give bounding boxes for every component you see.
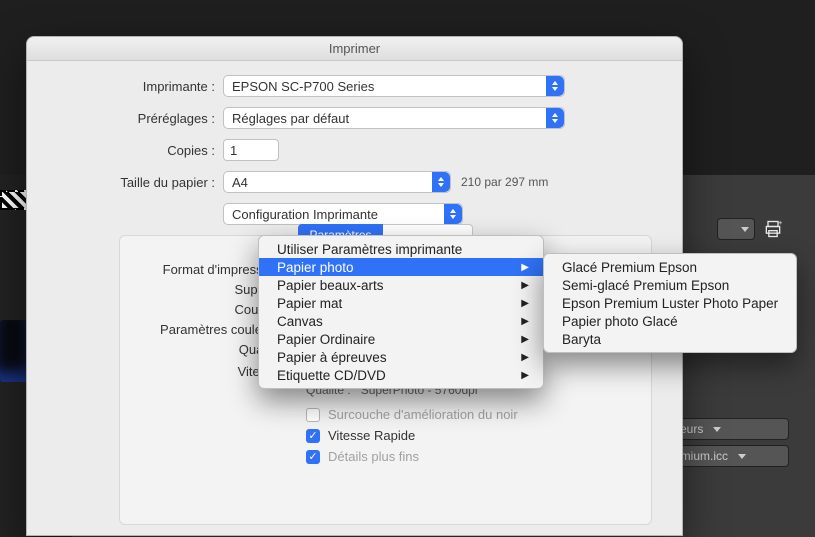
black-overlay-checkbox[interactable]	[306, 408, 320, 422]
svg-text:+: +	[778, 219, 783, 227]
fast-speed-checkbox[interactable]: ✓	[306, 429, 320, 443]
chevron-right-icon: ▶	[521, 298, 529, 309]
paper-size-select[interactable]: A4	[223, 171, 451, 193]
submenu-item[interactable]: Papier photo Glacé	[544, 312, 796, 330]
updown-icon	[546, 108, 564, 128]
submenu-item-label: Epson Premium Luster Photo Paper	[562, 296, 778, 311]
presets-value: Réglages par défaut	[232, 111, 349, 126]
submenu-item-label: Glacé Premium Epson	[562, 260, 697, 275]
printer-select[interactable]: EPSON SC-P700 Series	[223, 75, 565, 97]
menu-item-label: Canvas	[277, 314, 323, 329]
panel-field-colors[interactable]: eurs	[673, 418, 789, 440]
menu-item[interactable]: Utiliser Paramètres imprimante	[259, 240, 543, 258]
panel-field-colors-text: eurs	[680, 422, 703, 436]
copies-label: Copies :	[47, 143, 223, 158]
section-select[interactable]: Configuration Imprimante	[223, 203, 463, 225]
submenu-item[interactable]: Glacé Premium Epson	[544, 258, 796, 276]
photo-paper-submenu[interactable]: Glacé Premium Epson Semi-glacé Premium Ep…	[543, 253, 797, 353]
copies-input[interactable]: 1	[223, 139, 279, 161]
menu-item[interactable]: Papier beaux-arts ▶	[259, 276, 543, 294]
menu-item-label: Papier Ordinaire	[277, 332, 375, 347]
submenu-item-label: Semi-glacé Premium Epson	[562, 278, 729, 293]
finer-details-checkbox[interactable]: ✓	[306, 450, 320, 464]
updown-icon	[444, 204, 462, 224]
chevron-right-icon: ▶	[521, 280, 529, 291]
menu-item-label: Utiliser Paramètres imprimante	[277, 242, 462, 257]
menu-item-label: Papier beaux-arts	[277, 278, 384, 293]
fast-speed-label: Vitesse Rapide	[328, 428, 415, 443]
window-title: Imprimer	[27, 37, 682, 61]
menu-item[interactable]: Papier Ordinaire ▶	[259, 330, 543, 348]
menu-item[interactable]: Canvas ▶	[259, 312, 543, 330]
section-value: Configuration Imprimante	[232, 207, 378, 222]
copies-value: 1	[230, 143, 237, 158]
menu-item[interactable]: Papier mat ▶	[259, 294, 543, 312]
menu-item-label: Papier à épreuves	[277, 350, 387, 365]
submenu-item[interactable]: Epson Premium Luster Photo Paper	[544, 294, 796, 312]
paper-size-label: Taille du papier :	[47, 175, 223, 190]
finer-details-label: Détails plus fins	[328, 449, 419, 464]
presets-select[interactable]: Réglages par défaut	[223, 107, 565, 129]
updown-icon	[432, 172, 450, 192]
menu-item[interactable]: Etiquette CD/DVD ▶	[259, 366, 543, 384]
submenu-item-label: Papier photo Glacé	[562, 314, 678, 329]
print-icon[interactable]: +	[761, 218, 785, 240]
chevron-right-icon: ▶	[521, 334, 529, 345]
paper-size-value: A4	[232, 175, 248, 190]
chevron-right-icon: ▶	[521, 370, 529, 381]
paper-dimensions: 210 par 297 mm	[461, 175, 548, 189]
menu-item-label: Papier photo	[277, 260, 354, 275]
printer-value: EPSON SC-P700 Series	[232, 79, 374, 94]
menu-item-label: Etiquette CD/DVD	[277, 368, 386, 383]
black-overlay-label: Surcouche d'amélioration du noir	[328, 407, 518, 422]
chevron-right-icon: ▶	[521, 262, 529, 273]
menu-item-label: Papier mat	[277, 296, 342, 311]
submenu-item[interactable]: Baryta	[544, 330, 796, 348]
panel-dropdown[interactable]	[717, 218, 755, 240]
presets-label: Préréglages :	[47, 111, 223, 126]
printer-label: Imprimante :	[47, 79, 223, 94]
menu-item[interactable]: Papier photo ▶	[259, 258, 543, 276]
media-type-menu[interactable]: Utiliser Paramètres imprimantePapier pho…	[258, 235, 544, 389]
submenu-item[interactable]: Semi-glacé Premium Epson	[544, 276, 796, 294]
chevron-right-icon: ▶	[521, 352, 529, 363]
updown-icon	[546, 76, 564, 96]
menu-item[interactable]: Papier à épreuves ▶	[259, 348, 543, 366]
chevron-right-icon: ▶	[521, 316, 529, 327]
submenu-item-label: Baryta	[562, 332, 601, 347]
